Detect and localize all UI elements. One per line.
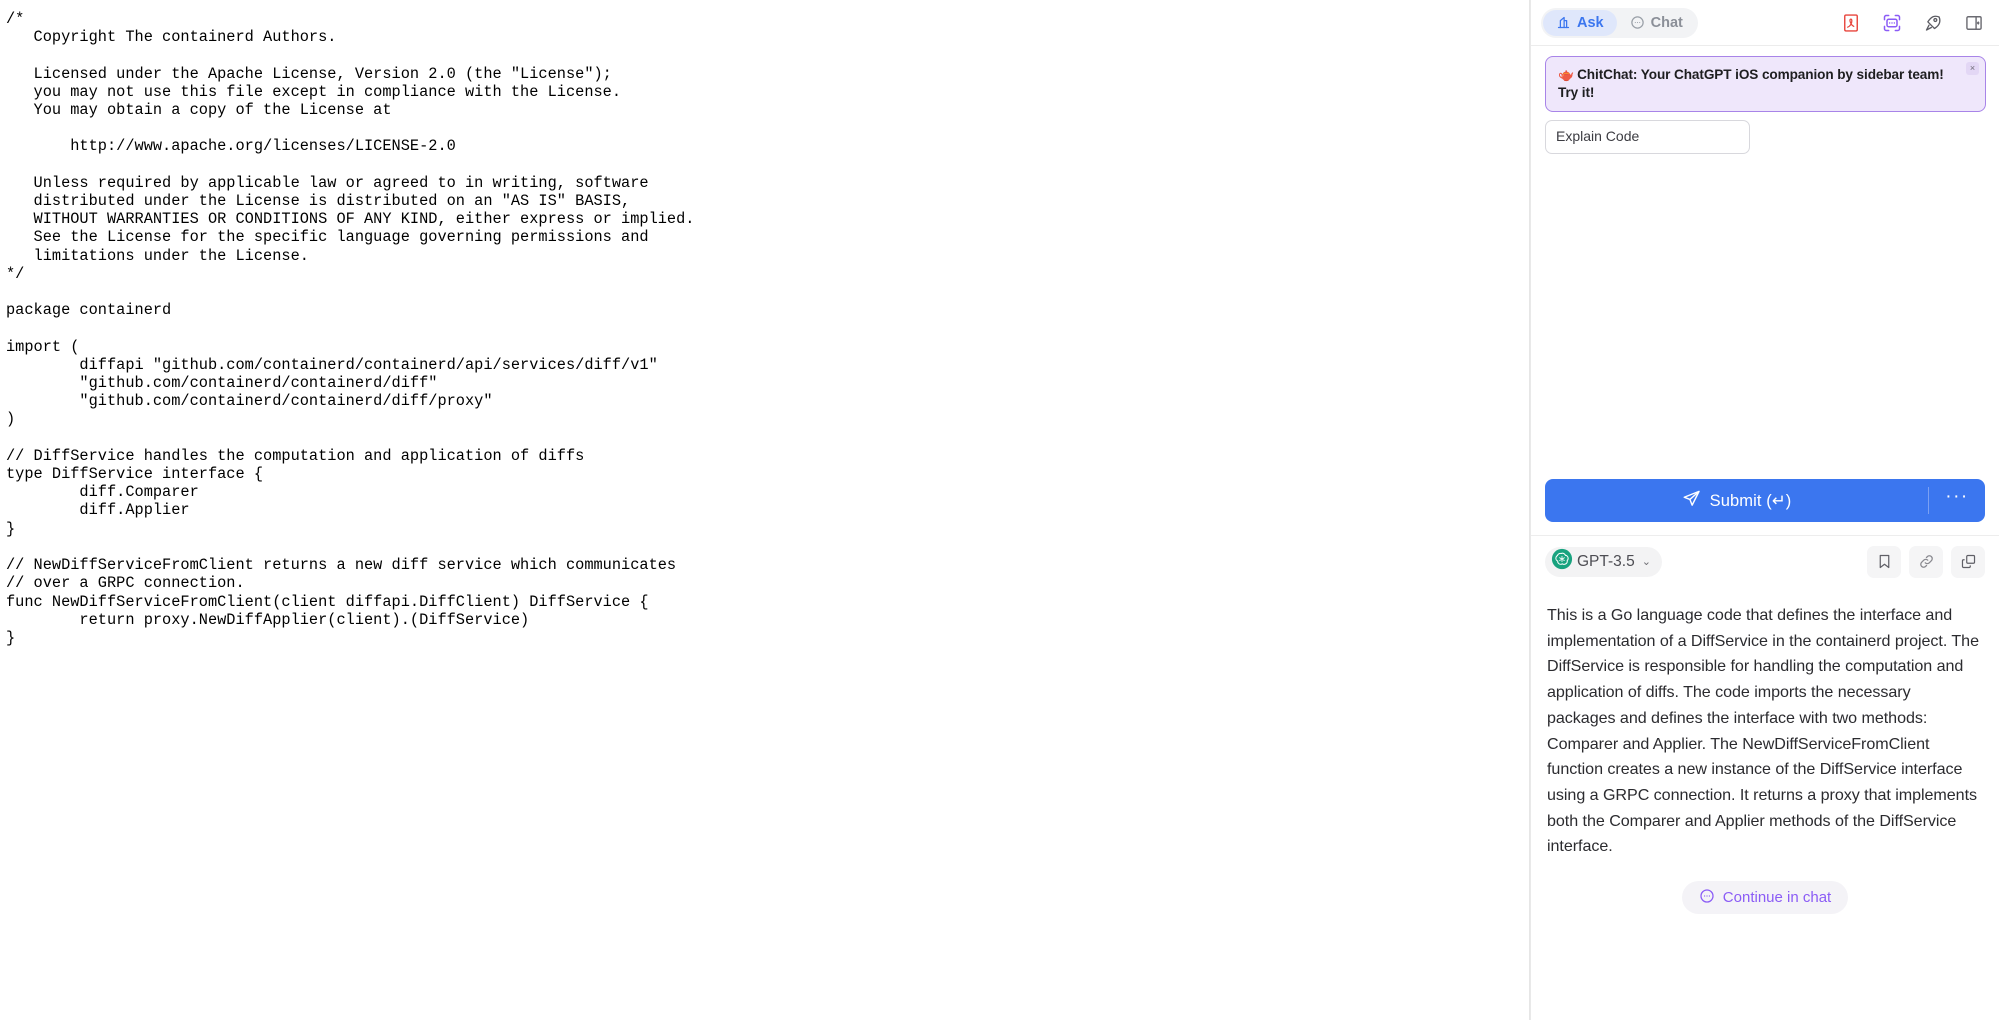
model-bar: GPT-3.5 ⌄ [1531,535,1999,587]
submit-button[interactable]: Submit (↵) ··· [1545,479,1985,522]
continue-in-chat-label: Continue in chat [1722,889,1832,907]
sidebar-header-actions [1840,12,1985,34]
copy-icon[interactable] [1951,545,1985,578]
chevron-down-icon: ⌄ [1641,556,1651,568]
prompt-input[interactable]: Explain Code [1545,120,1750,154]
continue-row: Continue in chat [1531,860,1999,915]
continue-in-chat-button[interactable]: Continue in chat [1681,881,1849,915]
code-viewer-pane: /* Copyright The containerd Authors. Lic… [0,0,1530,1020]
source-code[interactable]: /* Copyright The containerd Authors. Lic… [0,0,1530,647]
ai-sidebar: Ask Chat 🫖 ChitChat: Your ChatGPT iOS co… [1530,0,1999,1020]
answer-actions [1867,545,1985,578]
chat-bubble-icon [1630,15,1645,30]
link-icon[interactable] [1909,545,1943,578]
model-selector[interactable]: GPT-3.5 ⌄ [1545,546,1662,577]
promo-emoji: 🫖 [1558,67,1575,82]
tab-ask-label: Ask [1577,14,1604,31]
app-root: /* Copyright The containerd Authors. Lic… [0,0,1999,1020]
close-icon[interactable]: × [1966,62,1979,75]
mode-segmented-control: Ask Chat [1541,7,1698,38]
tab-chat[interactable]: Chat [1617,10,1696,36]
tab-chat-label: Chat [1650,14,1683,31]
submit-label: Submit (↵) [1709,491,1792,510]
ask-icon [1556,15,1571,30]
submit-button-main[interactable]: Submit (↵) [1545,489,1928,513]
chat-bubble-icon [1699,888,1715,908]
bookmark-icon[interactable] [1867,545,1901,578]
model-name-label: GPT-3.5 [1577,552,1635,570]
tab-ask[interactable]: Ask [1543,9,1617,36]
screenshot-capture-icon[interactable] [1881,12,1903,34]
answer-text-block: This is a Go language code that defines … [1531,587,1999,860]
rocket-icon[interactable] [1922,12,1944,34]
promo-text: ChitChat: Your ChatGPT iOS companion by … [1558,67,1944,100]
submit-bar: Submit (↵) ··· [1531,479,1999,535]
submit-options-button[interactable]: ··· [1929,487,1985,509]
prompt-area: 🫖 ChitChat: Your ChatGPT iOS companion by… [1531,46,1999,479]
answer-text: This is a Go language code that defines … [1547,606,1979,856]
toggle-sidebar-icon[interactable] [1963,12,1985,34]
sidebar-header: Ask Chat [1531,0,1999,46]
openai-logo-icon [1551,548,1573,575]
promo-banner[interactable]: 🫖 ChitChat: Your ChatGPT iOS companion by… [1545,56,1986,112]
answer-region: This is a Go language code that defines … [1531,587,1999,1020]
send-icon [1682,489,1701,513]
pdf-icon[interactable] [1840,12,1862,34]
